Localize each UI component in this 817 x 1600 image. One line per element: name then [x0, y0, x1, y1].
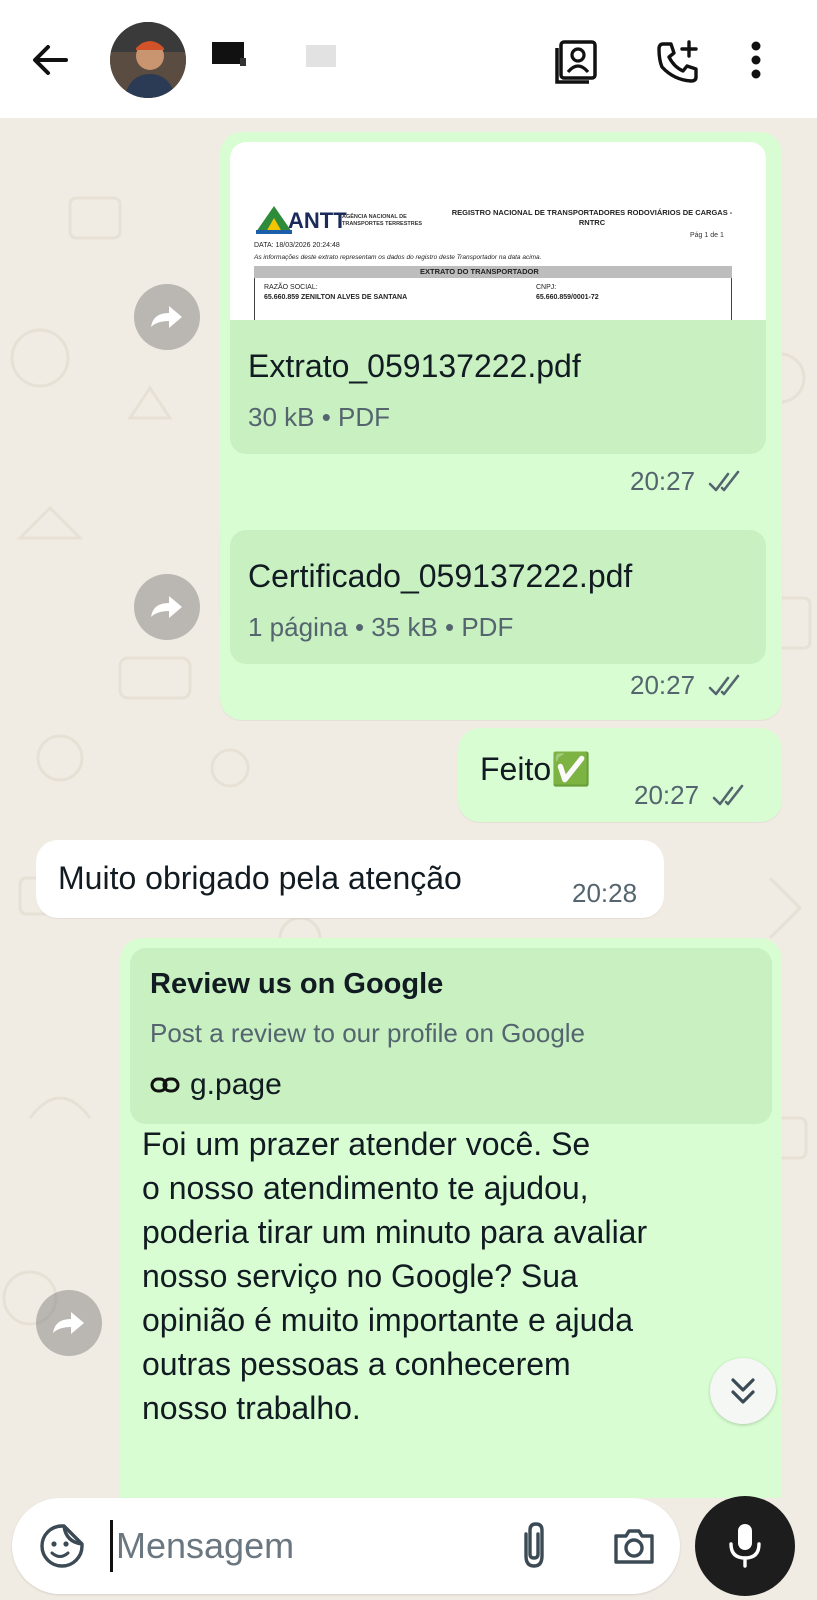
scroll-to-bottom-button[interactable]	[710, 1358, 776, 1424]
message-incoming[interactable]: Muito obrigado pela atenção 20:28	[36, 840, 664, 918]
chat-area[interactable]: ANTT AGÊNCIA NACIONAL DE TRANSPORTES TER…	[0, 118, 817, 1498]
date-line: DATA: 18/03/2026 20:24:48	[254, 242, 340, 249]
double-check-icon	[708, 674, 740, 696]
review-text-line: nosso serviço no Google? Sua	[142, 1258, 578, 1294]
message-composer	[12, 1498, 680, 1594]
agency-name: AGÊNCIA NACIONAL DE TRANSPORTES TERRESTR…	[342, 214, 423, 227]
message-time: 20:27	[634, 780, 700, 810]
document-meta: 1 página • 35 kB • PDF	[248, 612, 514, 642]
camera-icon	[614, 1529, 654, 1564]
forward-button[interactable]	[36, 1290, 102, 1356]
document-card[interactable]: ANTT AGÊNCIA NACIONAL DE TRANSPORTES TER…	[230, 142, 766, 454]
message-document-certificado[interactable]: Certificado_059137222.pdf 1 página • 35 …	[220, 520, 782, 720]
contact-name-redacted-mark	[240, 58, 246, 66]
forward-icon	[151, 306, 182, 328]
attach-button[interactable]	[512, 1520, 556, 1570]
section-title: EXTRATO DO TRANSPORTADOR	[420, 267, 539, 276]
note-line: As informações deste extrato representam…	[254, 254, 542, 261]
paperclip-icon	[524, 1522, 544, 1568]
message-feito[interactable]: Feito✅ 20:27	[458, 728, 782, 822]
link-icon	[150, 1077, 180, 1093]
cnpj-value: 65.660.859/0001-72	[536, 294, 599, 301]
message-input[interactable]	[116, 1516, 476, 1576]
double-check-icon	[708, 470, 740, 492]
message-time: 20:28	[572, 878, 638, 908]
document-filename: Extrato_059137222.pdf	[248, 348, 581, 384]
sticker-button[interactable]	[38, 1522, 86, 1570]
camera-button[interactable]	[610, 1522, 658, 1570]
razao-label: RAZÃO SOCIAL:	[264, 284, 318, 291]
forward-icon	[53, 1312, 84, 1334]
message-time: 20:27	[630, 670, 696, 700]
document-preview: ANTT AGÊNCIA NACIONAL DE TRANSPORTES TER…	[230, 142, 766, 320]
microphone-icon	[729, 1524, 761, 1568]
more-vertical-icon	[751, 41, 761, 79]
more-options-button[interactable]	[746, 38, 794, 86]
link-url[interactable]: g.page	[190, 1068, 282, 1102]
review-text-line: Foi um prazer atender você. Se	[142, 1126, 591, 1162]
arrow-left-icon	[33, 45, 68, 75]
contact-status-redacted	[306, 45, 336, 67]
document-filename: Certificado_059137222.pdf	[248, 558, 633, 594]
contact-card-icon	[555, 40, 597, 84]
link-preview-card[interactable]: Review us on Google Post a review to our…	[130, 948, 772, 1124]
page-number: Pág 1 de 1	[690, 232, 724, 239]
text-caret	[110, 1520, 113, 1572]
chat-header	[0, 0, 817, 118]
review-text-line: outras pessoas a conhecerem	[142, 1346, 571, 1382]
forward-button[interactable]	[134, 574, 200, 640]
add-call-button[interactable]	[654, 38, 702, 86]
message-time: 20:27	[630, 466, 696, 496]
double-check-icon	[712, 784, 744, 806]
back-button[interactable]	[28, 38, 72, 82]
link-description: Post a review to our profile on Google	[150, 1018, 586, 1048]
voice-message-button[interactable]	[695, 1496, 795, 1596]
double-chevron-down-icon	[731, 1378, 755, 1404]
link-title: Review us on Google	[150, 968, 444, 1000]
review-text-line: opinião é muito importante e ajuda	[142, 1302, 633, 1338]
document-card[interactable]: Certificado_059137222.pdf 1 página • 35 …	[230, 530, 766, 664]
review-text-line: poderia tirar um minuto para avaliar	[142, 1214, 648, 1250]
add-call-icon	[657, 40, 698, 83]
review-text-line: o nosso atendimento te ajudou,	[142, 1170, 589, 1206]
document-meta: 30 kB • PDF	[248, 402, 391, 432]
message-text: Muito obrigado pela atenção	[58, 860, 462, 896]
cnpj-label: CNPJ:	[536, 284, 557, 291]
contact-card-button[interactable]	[553, 38, 601, 86]
antt-logo-text: ANTT	[288, 208, 347, 233]
avatar[interactable]	[110, 22, 186, 98]
review-text-line: nosso trabalho.	[142, 1390, 361, 1426]
forward-icon	[151, 596, 182, 618]
forward-button[interactable]	[134, 284, 200, 350]
razao-value: 65.660.859 ZENILTON ALVES DE SANTANA	[264, 294, 408, 301]
message-text: Feito✅	[480, 751, 591, 787]
sticker-icon	[40, 1524, 84, 1568]
registry-title: REGISTRO NACIONAL DE TRANSPORTADORES ROD…	[451, 208, 733, 227]
